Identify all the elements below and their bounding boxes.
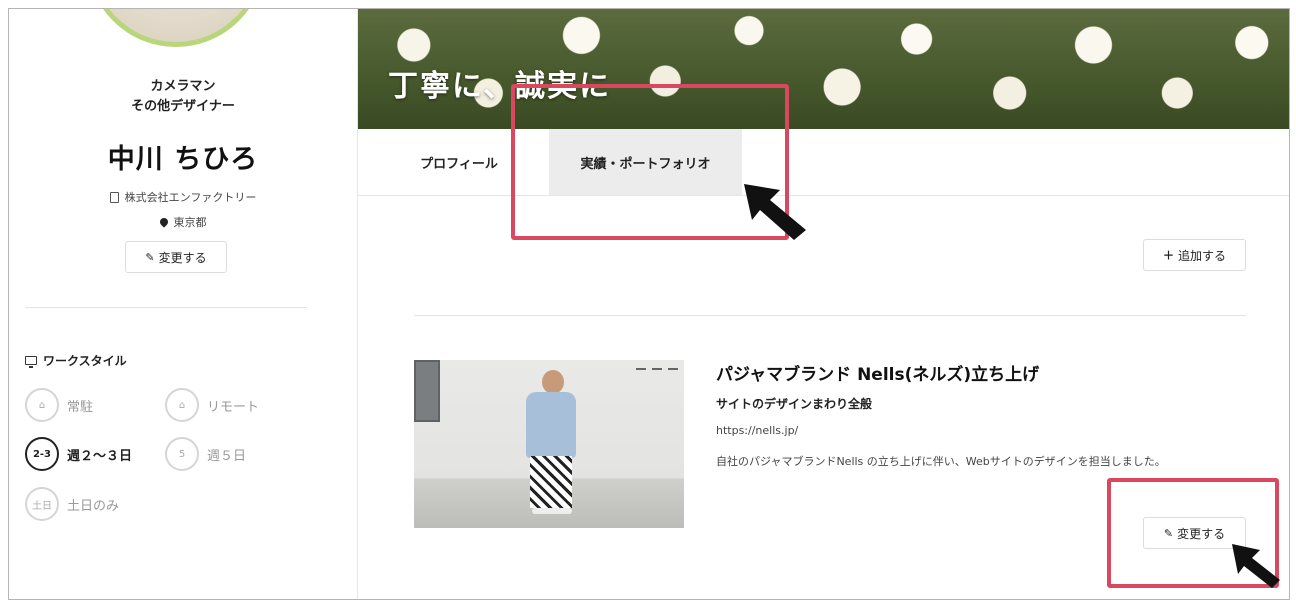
divider bbox=[25, 307, 307, 308]
divider bbox=[414, 315, 1246, 316]
workstyle-onsite-label: 常駐 bbox=[67, 399, 94, 415]
house-icon: ⌂ bbox=[165, 388, 199, 422]
pencil-icon: ✎ bbox=[145, 250, 155, 264]
workstyle-5-days: 5 週５日 bbox=[165, 437, 246, 471]
building-icon bbox=[109, 192, 119, 203]
location-name: 東京都 bbox=[173, 216, 207, 229]
job-title-1: カメラマン bbox=[150, 79, 216, 94]
company-name: 株式会社エンファクトリー bbox=[124, 191, 257, 204]
profile-name: 中川 ちひろ bbox=[107, 144, 259, 175]
window-shape bbox=[414, 360, 440, 422]
workstyle-2-3-days: 2-3 週２～３日 bbox=[25, 437, 132, 471]
workstyle-5-days-label: 週５日 bbox=[207, 448, 247, 464]
chair-icon: ⌂ bbox=[25, 388, 59, 422]
calendar-icon: 2-3 bbox=[25, 437, 59, 471]
tab-bar: プロフィール 実績・ポートフォリオ bbox=[358, 129, 1289, 196]
model-figure bbox=[532, 508, 572, 514]
workstyle-2-3-days-label: 週２～３日 bbox=[67, 448, 133, 464]
workstyle-heading: ワークスタイル bbox=[25, 352, 127, 369]
calendar-icon: 土日 bbox=[25, 487, 59, 521]
edit-profile-label: 変更する bbox=[158, 250, 207, 265]
plus-icon: ＋ bbox=[1162, 249, 1174, 262]
workstyle-remote: ⌂ リモート bbox=[165, 388, 259, 422]
model-figure bbox=[530, 456, 572, 508]
profile-sidebar: カメラマン その他デザイナー 中川 ちひろ 株式会社エンファクトリー 東京都 ✎… bbox=[9, 9, 358, 599]
model-figure bbox=[542, 370, 564, 394]
portfolio-item-title: パジャマブランド Nells(ネルズ)立ち上げ bbox=[716, 365, 1040, 385]
photo-detail bbox=[636, 368, 646, 370]
monitor-icon bbox=[25, 356, 37, 368]
portfolio-item-url[interactable]: https://nells.jp/ bbox=[716, 424, 798, 437]
workstyle-weekends: 土日 土日のみ bbox=[25, 487, 119, 521]
add-portfolio-label: 追加する bbox=[1177, 248, 1226, 263]
company: 株式会社エンファクトリー bbox=[9, 189, 357, 205]
job-title-2: その他デザイナー bbox=[131, 99, 235, 114]
model-figure bbox=[526, 392, 576, 458]
photo-detail bbox=[668, 368, 678, 370]
portfolio-item-subtitle: サイトのデザインまわり全般 bbox=[716, 397, 873, 411]
calendar-icon: 5 bbox=[165, 437, 199, 471]
avatar bbox=[87, 9, 265, 47]
workstyle-weekends-label: 土日のみ bbox=[67, 498, 120, 514]
workstyle-title: ワークスタイル bbox=[43, 354, 127, 368]
add-portfolio-button[interactable]: ＋追加する bbox=[1143, 239, 1246, 271]
cursor-arrow-icon bbox=[1232, 544, 1280, 588]
portfolio-item-description: 自社のパジャマブランドNells の立ち上げに伴い、Webサイトのデザインを担当… bbox=[716, 455, 1166, 468]
portfolio-thumbnail[interactable] bbox=[414, 360, 684, 528]
cursor-arrow-icon bbox=[744, 184, 806, 240]
workstyle-remote-label: リモート bbox=[207, 399, 260, 415]
edit-profile-button[interactable]: ✎ 変更する bbox=[125, 241, 227, 273]
hero-banner: 丁寧に、誠実に bbox=[358, 9, 1289, 129]
photo-detail bbox=[652, 368, 662, 370]
location: 東京都 bbox=[9, 214, 357, 230]
location-pin-icon bbox=[157, 216, 170, 228]
workstyle-onsite: ⌂ 常駐 bbox=[25, 388, 93, 422]
